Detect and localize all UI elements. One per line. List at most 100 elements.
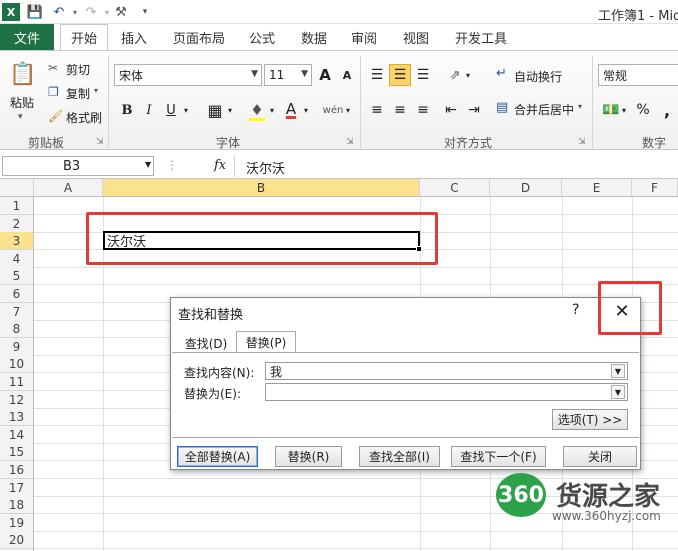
qat-menu-icon[interactable]: ▾: [136, 3, 154, 21]
border-icon[interactable]: ▦: [204, 99, 226, 121]
row-header[interactable]: 18: [0, 496, 34, 514]
tab-data[interactable]: 数据: [292, 24, 336, 50]
comma-style-button[interactable]: ,: [656, 99, 678, 121]
options-button[interactable]: 选项(T) >>: [552, 409, 628, 430]
row-header[interactable]: 6: [0, 285, 34, 303]
paste-dropdown-icon[interactable]: ▾: [18, 112, 23, 122]
tab-replace[interactable]: 替换(P): [236, 331, 296, 353]
tab-home[interactable]: 开始: [60, 24, 108, 50]
row-header[interactable]: 16: [0, 461, 34, 479]
row-header[interactable]: 14: [0, 426, 34, 444]
help-icon[interactable]: ?: [572, 302, 579, 318]
shrink-font-button[interactable]: A: [336, 64, 358, 86]
column-header-b[interactable]: B: [103, 179, 420, 197]
replace-button[interactable]: 替换(R): [275, 446, 342, 467]
copy-button[interactable]: 复制: [66, 85, 90, 102]
row-header[interactable]: 19: [0, 514, 34, 532]
align-bottom-icon[interactable]: ☰: [412, 64, 434, 86]
font-name-combo[interactable]: 宋体 ▼: [114, 64, 262, 86]
merge-center-button[interactable]: 合并后居中: [514, 101, 574, 118]
find-all-button[interactable]: 查找全部(I): [359, 446, 440, 467]
align-right-icon[interactable]: ≡: [412, 99, 434, 121]
row-header[interactable]: 12: [0, 391, 34, 409]
paste-button[interactable]: 粘贴: [10, 94, 34, 111]
row-header[interactable]: 20: [0, 531, 34, 549]
increase-indent-icon[interactable]: ⇥: [463, 99, 485, 121]
chevron-down-icon[interactable]: ▼: [611, 364, 625, 378]
row-header[interactable]: 3: [0, 232, 34, 250]
column-header-e[interactable]: E: [562, 179, 632, 197]
decrease-indent-icon[interactable]: ⇤: [440, 99, 462, 121]
name-box[interactable]: B3: [2, 156, 154, 176]
row-header[interactable]: 9: [0, 338, 34, 356]
phonetic-button[interactable]: wén: [322, 99, 344, 121]
underline-dropdown-icon[interactable]: ▾: [180, 99, 192, 121]
align-center-icon[interactable]: ≡: [389, 99, 411, 121]
merge-dropdown-icon[interactable]: ▾: [578, 102, 582, 111]
tab-page-layout[interactable]: 页面布局: [164, 24, 234, 50]
customize-tool-icon[interactable]: ⚒: [112, 3, 130, 21]
border-dropdown-icon[interactable]: ▾: [224, 99, 236, 121]
align-middle-icon[interactable]: ☰: [389, 64, 411, 86]
align-top-icon[interactable]: ☰: [366, 64, 388, 86]
tab-find[interactable]: 查找(D): [178, 333, 234, 353]
font-name-value: 宋体: [119, 68, 144, 83]
percent-button[interactable]: %: [632, 99, 654, 121]
wrap-text-button[interactable]: 自动换行: [514, 68, 562, 85]
phonetic-dropdown-icon[interactable]: ▾: [342, 99, 354, 121]
formula-divider-icon: ⋮: [166, 158, 178, 172]
number-format-combo[interactable]: 常规: [598, 64, 678, 86]
font-color-button[interactable]: A: [280, 98, 302, 120]
tab-file[interactable]: 文件: [0, 24, 54, 50]
font-color-dropdown-icon[interactable]: ▾: [300, 99, 312, 121]
grow-font-button[interactable]: A: [314, 64, 336, 86]
fill-color-dropdown-icon[interactable]: ▾: [266, 99, 278, 121]
row-header[interactable]: 15: [0, 443, 34, 461]
insert-function-button[interactable]: fx: [214, 158, 226, 173]
row-header[interactable]: 5: [0, 267, 34, 285]
row-header[interactable]: 13: [0, 408, 34, 426]
replace-all-button[interactable]: 全部替换(A): [177, 446, 258, 467]
bold-button[interactable]: B: [116, 99, 138, 121]
row-header[interactable]: 2: [0, 215, 34, 233]
font-size-combo[interactable]: 11 ▼: [264, 64, 312, 86]
tab-view[interactable]: 视图: [394, 24, 438, 50]
paste-icon[interactable]: 📋: [8, 58, 38, 90]
tab-developer[interactable]: 开发工具: [446, 24, 516, 50]
font-launcher-icon[interactable]: ⇲: [346, 137, 354, 147]
italic-button[interactable]: I: [138, 99, 160, 121]
find-next-button[interactable]: 查找下一个(F): [451, 446, 546, 467]
row-header[interactable]: 1: [0, 197, 34, 215]
dialog-close-button[interactable]: 关闭: [563, 446, 637, 467]
row-header[interactable]: 7: [0, 303, 34, 321]
formula-input[interactable]: [234, 155, 678, 177]
tab-review[interactable]: 审阅: [342, 24, 386, 50]
watermark-url: www.360hyzj.com: [552, 509, 661, 523]
currency-dropdown-icon[interactable]: ▾: [618, 99, 630, 121]
column-header-a[interactable]: A: [34, 179, 103, 197]
row-header[interactable]: 8: [0, 320, 34, 338]
replace-input[interactable]: ▼: [265, 383, 628, 401]
column-header-f[interactable]: F: [632, 179, 678, 197]
row-header[interactable]: 10: [0, 355, 34, 373]
align-left-icon[interactable]: ≡: [366, 99, 388, 121]
tab-formulas[interactable]: 公式: [240, 24, 284, 50]
save-icon[interactable]: 💾: [26, 3, 44, 21]
name-box-dropdown-icon[interactable]: ▼: [145, 160, 151, 169]
tab-insert[interactable]: 插入: [112, 24, 156, 50]
select-all-corner[interactable]: [0, 179, 34, 197]
clipboard-launcher-icon[interactable]: ⇲: [96, 137, 104, 147]
alignment-launcher-icon[interactable]: ⇲: [578, 137, 586, 147]
underline-button[interactable]: U: [160, 99, 182, 121]
orientation-dropdown-icon[interactable]: ▾: [462, 64, 474, 86]
column-header-d[interactable]: D: [490, 179, 562, 197]
copy-dropdown-icon[interactable]: ▾: [94, 86, 98, 95]
column-header-c[interactable]: C: [420, 179, 490, 197]
row-header[interactable]: 11: [0, 373, 34, 391]
chevron-down-icon[interactable]: ▼: [611, 385, 625, 399]
find-input[interactable]: 我 ▼: [265, 362, 628, 380]
cut-button[interactable]: 剪切: [66, 61, 90, 78]
row-header[interactable]: 17: [0, 479, 34, 497]
row-header[interactable]: 4: [0, 250, 34, 268]
format-painter-button[interactable]: 格式刷: [66, 109, 102, 126]
